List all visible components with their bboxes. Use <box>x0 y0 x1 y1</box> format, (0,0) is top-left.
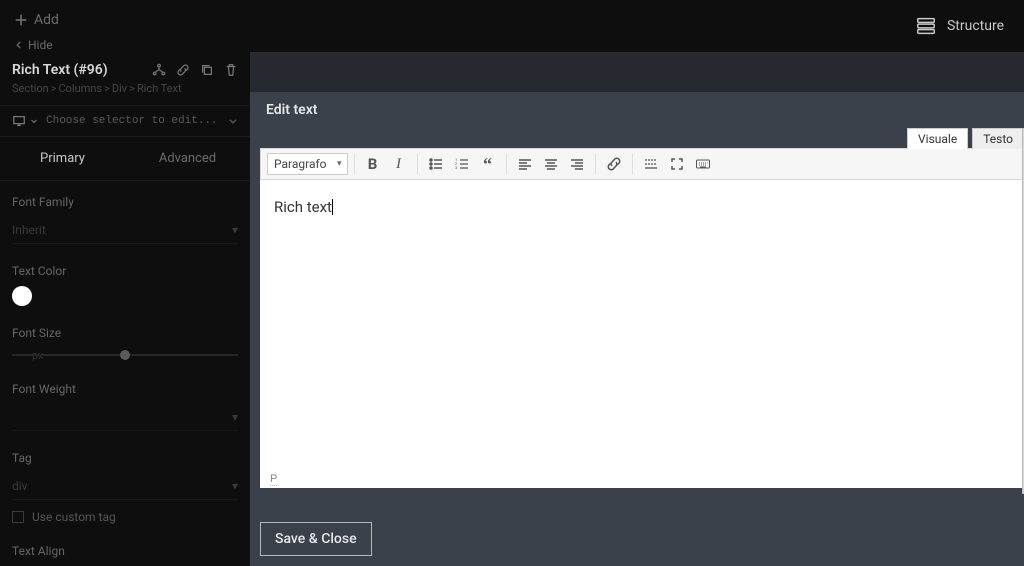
save-close-button[interactable]: Save & Close <box>260 522 372 556</box>
font-weight-select[interactable]: ▾ <box>12 404 238 431</box>
field-value-text: Inherit <box>12 223 46 237</box>
tab-advanced[interactable]: Advanced <box>125 137 250 180</box>
font-family-select[interactable]: Inherit ▾ <box>12 217 238 244</box>
breadcrumb-item[interactable]: Div <box>112 82 127 95</box>
italic-button[interactable]: I <box>387 152 411 176</box>
field-text-align: Text Align <box>12 544 238 558</box>
structure-label: Structure <box>947 18 1004 34</box>
topbar-left: Add Hide <box>0 0 63 54</box>
add-label: Add <box>34 12 59 28</box>
bullet-list-button[interactable] <box>424 152 448 176</box>
hide-label: Hide <box>28 38 53 52</box>
align-right-button[interactable] <box>565 152 589 176</box>
blockquote-button[interactable]: “ <box>476 152 500 176</box>
field-font-family: Font Family Inherit ▾ <box>12 195 238 244</box>
field-value-text: div <box>12 479 28 493</box>
plus-icon <box>14 13 28 27</box>
breadcrumb[interactable]: Section>Columns>Div>Rich Text <box>12 82 238 95</box>
chevron-down-icon: ▾ <box>232 410 238 424</box>
field-label: Font Family <box>12 195 238 209</box>
field-font-size: Font Size px <box>12 326 238 362</box>
main-area: Edit text Visuale Testo Paragrafo B I 12… <box>250 52 1024 566</box>
chevron-down-icon <box>30 117 38 125</box>
edit-header: Edit text <box>250 92 1024 128</box>
copy-icon[interactable] <box>200 63 214 77</box>
checkbox-icon <box>12 511 24 523</box>
font-size-slider[interactable]: px <box>12 348 238 362</box>
slider-thumb[interactable] <box>120 350 130 360</box>
sidebar-title: Rich Text (#96) <box>12 62 108 78</box>
checkbox-label: Use custom tag <box>32 510 116 524</box>
breadcrumb-item[interactable]: Columns <box>59 82 103 95</box>
field-label: Text Color <box>12 264 238 278</box>
device-selector[interactable] <box>12 114 38 128</box>
insert-link-button[interactable] <box>602 152 626 176</box>
sidebar: Rich Text (#96) Section>Columns>Div>Rich… <box>0 52 250 566</box>
breadcrumb-item[interactable]: Section <box>12 82 49 95</box>
css-selector-input[interactable]: Choose selector to edit... <box>46 115 220 127</box>
hierarchy-icon[interactable] <box>152 63 166 77</box>
field-text-color: Text Color <box>12 264 238 306</box>
editor-panel: Visuale Testo Paragrafo B I 123 “ <box>260 148 1024 488</box>
save-row: Save & Close <box>250 512 1024 566</box>
keyboard-button[interactable] <box>691 152 715 176</box>
editor-status-path[interactable]: P <box>270 473 277 486</box>
editor-wrap: Visuale Testo Paragrafo B I 123 “ <box>250 128 1024 512</box>
color-swatch[interactable] <box>12 286 32 306</box>
editor-text: Rich text <box>274 198 332 216</box>
add-button[interactable]: Add <box>10 8 63 32</box>
structure-icon <box>915 15 937 37</box>
fullscreen-button[interactable] <box>665 152 689 176</box>
format-select[interactable]: Paragrafo <box>267 153 348 175</box>
structure-button[interactable]: Structure <box>915 15 1004 37</box>
trash-icon[interactable] <box>224 63 238 77</box>
selector-row: Choose selector to edit... <box>0 105 250 137</box>
breadcrumb-item[interactable]: Rich Text <box>137 82 182 95</box>
field-font-weight: Font Weight ▾ <box>12 382 238 431</box>
sidebar-tabs: Primary Advanced <box>0 137 250 181</box>
editor-toolbar: Paragrafo B I 123 “ <box>260 148 1024 180</box>
chevron-down-icon: ▾ <box>232 223 238 237</box>
link-icon[interactable] <box>176 63 190 77</box>
chevron-down-icon: ▾ <box>232 479 238 493</box>
tag-select[interactable]: div ▾ <box>12 473 238 500</box>
svg-text:3: 3 <box>455 165 457 170</box>
chevron-left-icon <box>14 40 24 50</box>
insert-more-button[interactable] <box>639 152 663 176</box>
numbered-list-button[interactable]: 123 <box>450 152 474 176</box>
custom-tag-checkbox[interactable]: Use custom tag <box>12 510 238 524</box>
tab-text[interactable]: Testo <box>972 128 1024 149</box>
topbar-right: Structure <box>915 0 1024 52</box>
editor-content[interactable]: Rich text P <box>260 180 1024 488</box>
sidebar-header: Rich Text (#96) Section>Columns>Div>Rich… <box>0 52 250 105</box>
field-label: Text Align <box>12 544 238 558</box>
tab-primary[interactable]: Primary <box>0 137 125 180</box>
tab-visual[interactable]: Visuale <box>907 128 968 149</box>
align-center-button[interactable] <box>539 152 563 176</box>
sidebar-body: Font Family Inherit ▾ Text Color Font Si… <box>0 181 250 566</box>
field-label: Tag <box>12 451 238 465</box>
field-label: Font Weight <box>12 382 238 396</box>
bold-button[interactable]: B <box>361 152 385 176</box>
editor-mode-tabs: Visuale Testo <box>907 128 1024 149</box>
top-bar: Add Hide Structure <box>0 0 1024 52</box>
align-left-button[interactable] <box>513 152 537 176</box>
desktop-icon <box>12 114 26 128</box>
format-select-value: Paragrafo <box>274 157 327 171</box>
field-tag: Tag div ▾ Use custom tag <box>12 451 238 524</box>
field-label: Font Size <box>12 326 238 340</box>
chevron-down-icon[interactable] <box>228 116 238 126</box>
